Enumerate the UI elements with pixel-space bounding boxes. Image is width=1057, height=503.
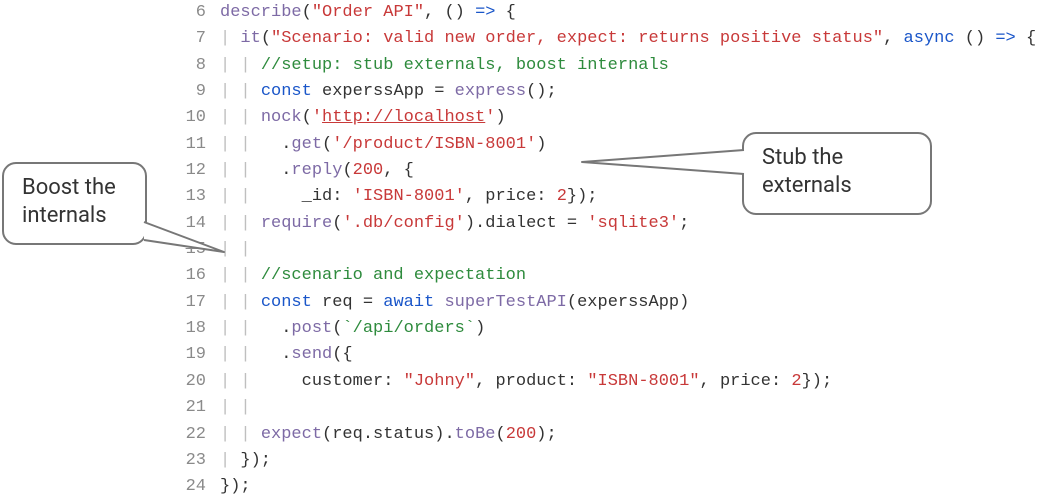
line-content: | | [220,395,261,421]
callout-stub-externals: Stub the externals [742,132,932,215]
code-line: 6describe("Order API", () => { [172,0,1042,26]
code-line: 21| | [172,395,1042,421]
line-content: | | //setup: stub externals, boost inter… [220,53,669,79]
callout-text-line: Boost the [22,174,127,202]
line-number: 22 [172,422,220,448]
code-block: 6describe("Order API", () => {7| it("Sce… [172,0,1042,501]
code-line: 24}); [172,474,1042,500]
line-content: | | .send({ [220,342,353,368]
line-content: | | const req = await superTestAPI(exper… [220,290,689,316]
line-number: 17 [172,290,220,316]
line-content: | | .reply(200, { [220,158,414,184]
line-number: 23 [172,448,220,474]
code-line: 9| | const experssApp = express(); [172,79,1042,105]
line-number: 8 [172,53,220,79]
line-content: | | [220,237,261,263]
code-line: 22| | expect(req.status).toBe(200); [172,422,1042,448]
line-content: | | expect(req.status).toBe(200); [220,422,557,448]
callout-text-line: externals [762,172,912,200]
line-content: | | _id: 'ISBN-8001', price: 2}); [220,184,598,210]
code-line: 17| | const req = await superTestAPI(exp… [172,290,1042,316]
line-content: | | //scenario and expectation [220,263,526,289]
line-number: 14 [172,211,220,237]
code-line: 8| | //setup: stub externals, boost inte… [172,53,1042,79]
line-content: | | nock('http://localhost') [220,105,506,131]
line-content: | | const experssApp = express(); [220,79,557,105]
line-content: | | customer: "Johny", product: "ISBN-80… [220,369,832,395]
line-number: 10 [172,105,220,131]
line-number: 6 [172,0,220,26]
code-line: 18| | .post(`/api/orders`) [172,316,1042,342]
line-content: | | .get('/product/ISBN-8001') [220,132,546,158]
callout-boost-internals: Boost the internals [2,162,147,245]
line-number: 11 [172,132,220,158]
line-number: 9 [172,79,220,105]
code-line: 10| | nock('http://localhost') [172,105,1042,131]
line-content: | | .post(`/api/orders`) [220,316,485,342]
line-number: 18 [172,316,220,342]
callout-text-line: Stub the [762,144,912,172]
line-number: 19 [172,342,220,368]
line-content: describe("Order API", () => { [220,0,516,26]
line-number: 7 [172,26,220,52]
code-line: 23| }); [172,448,1042,474]
code-line: 15| | [172,237,1042,263]
line-number: 24 [172,474,220,500]
line-number: 15 [172,237,220,263]
callout-text-line: internals [22,202,127,230]
line-number: 16 [172,263,220,289]
line-number: 20 [172,369,220,395]
line-number: 12 [172,158,220,184]
line-number: 21 [172,395,220,421]
code-line: 19| | .send({ [172,342,1042,368]
code-line: 7| it("Scenario: valid new order, expect… [172,26,1042,52]
line-content: | it("Scenario: valid new order, expect:… [220,26,1036,52]
line-content: | | require('.db/config').dialect = 'sql… [220,211,689,237]
line-content: }); [220,474,251,500]
code-line: 16| | //scenario and expectation [172,263,1042,289]
line-content: | }); [220,448,271,474]
screenshot-stage: 6describe("Order API", () => {7| it("Sce… [0,0,1057,503]
line-number: 13 [172,184,220,210]
code-line: 20| | customer: "Johny", product: "ISBN-… [172,369,1042,395]
